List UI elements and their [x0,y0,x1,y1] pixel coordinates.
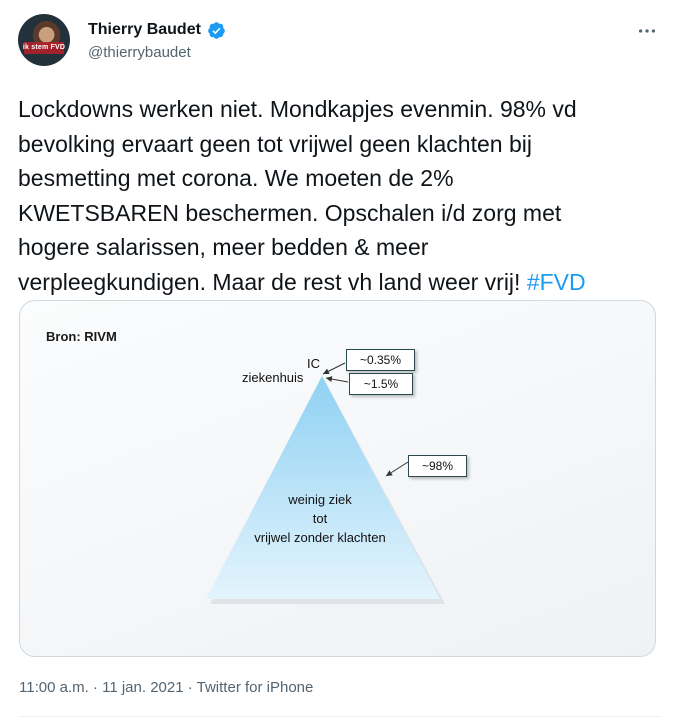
divider [19,716,662,717]
pyramid-base-text: weinig ziek tot vrijwel zonder klachten [215,490,425,547]
inside-line-3: vrijwel zonder klachten [254,530,386,545]
meta-separator: · [88,679,103,696]
tweet-meta: 11:00 a.m. · 11 jan. 2021 · Twitter for … [19,679,313,696]
inside-line-1: weinig ziek [288,492,352,507]
arrow-mild [385,461,409,477]
callout-ic: ~0.35% [346,349,415,371]
callout-mild: ~98% [408,455,467,477]
author-handle[interactable]: @thierrybaudet [88,44,191,61]
tweet-image[interactable]: Bron: RIVM IC ziekenhuis ~0.35% ~1.5% ~9… [19,300,656,657]
arrow-hospital [325,376,349,383]
tweet-body: Lockdowns werken niet. Mondkapjes evenmi… [18,96,577,295]
more-options-icon[interactable] [636,20,658,42]
tweet-text: Lockdowns werken niet. Mondkapjes evenmi… [18,92,664,299]
avatar[interactable]: ik stem FVD [18,14,70,66]
inside-line-2: tot [312,511,328,526]
ic-label: IC [307,356,320,371]
tweet-card: ik stem FVD Thierry Baudet @thierrybaude… [0,0,681,720]
tweet-time[interactable]: 11:00 a.m. [19,679,89,696]
author-name[interactable]: Thierry Baudet [88,21,201,39]
hospital-label: ziekenhuis [242,370,304,385]
tweet-date[interactable]: 11 jan. 2021 [102,679,183,696]
meta-separator-2: · [183,679,197,696]
callout-hospital: ~1.5% [349,373,413,395]
avatar-caption: ik stem FVD [22,44,66,51]
verified-badge-icon [208,22,225,39]
hashtag-link[interactable]: #FVD [527,269,586,295]
pyramid [206,376,440,599]
pyramid-diagram [206,362,445,604]
arrow-ic [322,362,346,375]
tweet-client[interactable]: Twitter for iPhone [197,679,314,696]
